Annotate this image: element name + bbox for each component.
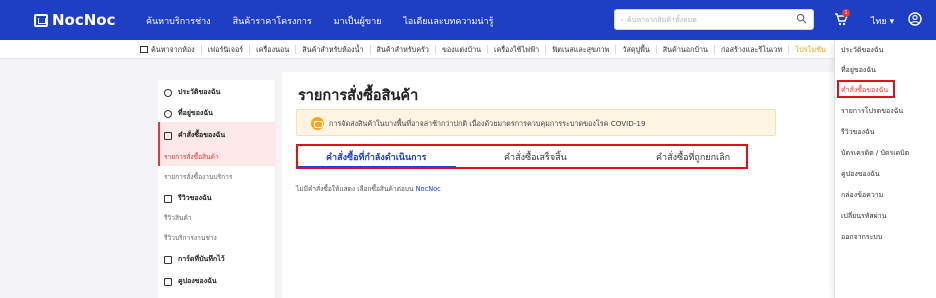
cat-furniture[interactable]: เฟอร์นิเจอร์ xyxy=(202,45,251,54)
cat-fitness[interactable]: ฟิตเนสและสุขภาพ xyxy=(546,45,617,54)
cat-bedding[interactable]: เครื่องนอน xyxy=(250,45,297,54)
notice-text: การจัดส่งสินค้าในบางพื้นที่อาจล่าช้ากว่า… xyxy=(329,119,646,128)
nav-project-price[interactable]: สินค้าราคาโครงการ xyxy=(233,14,312,28)
menu-item-cards[interactable]: บัตรเครดิต / บัตรเดบิต xyxy=(841,148,909,159)
menu-item-coupons[interactable]: คูปองของฉัน xyxy=(841,169,880,180)
cat-shop-by-room[interactable]: ค้นหาจากห้อง xyxy=(134,45,202,54)
orders-panel: รายการสั่งซื้อสินค้า การจัดส่งสินค้าในบา… xyxy=(282,72,834,298)
user-account-icon[interactable] xyxy=(908,12,922,26)
nav-become-seller[interactable]: มาเป็นผู้ขาย xyxy=(334,14,382,28)
message-icon xyxy=(311,117,324,130)
account-sidebar: ประวัติของฉัน ที่อยู่ของฉัน คำสั่งซื้อขอ… xyxy=(158,80,276,298)
empty-text: ไม่มีคำสั่งซื้อให้แสดง เลือกซื้อสินค้าต่… xyxy=(296,185,414,193)
account-dropdown-menu: ประวัติของฉัน ที่อยู่ของฉัน คำสั่งซื้อขอ… xyxy=(834,40,936,298)
menu-item-logout[interactable]: ออกจากระบบ xyxy=(841,232,882,243)
delivery-notice: การจัดส่งสินค้าในบางพื้นที่อาจล่าช้ากว่า… xyxy=(296,109,776,136)
card-icon xyxy=(164,255,172,264)
sidebar-item-address[interactable]: ที่อยู่ของฉัน xyxy=(164,108,213,119)
top-nav-links: ค้นหาบริการช่าง สินค้าราคาโครงการ มาเป็น… xyxy=(146,14,515,28)
sidebar-item-coupons[interactable]: คูปองของฉัน xyxy=(164,276,217,287)
search-placeholder: ค้นหาจากสินค้าทั้งหมด xyxy=(627,16,697,24)
cart-count-badge: 1 xyxy=(842,9,850,17)
review-icon xyxy=(164,194,172,203)
category-bar: ค้นหาจากห้อง เฟอร์นิเจอร์ เครื่องนอน สิน… xyxy=(0,40,936,59)
nav-find-service[interactable]: ค้นหาบริการช่าง xyxy=(146,14,211,28)
orders-highlight-box xyxy=(837,80,895,98)
menu-item-address[interactable]: ที่อยู่ของฉัน xyxy=(841,65,876,76)
menu-item-change-password[interactable]: เปลี่ยนรหัสผ่าน xyxy=(841,211,886,222)
page-title: รายการสั่งซื้อสินค้า xyxy=(298,88,419,104)
cat-appliances[interactable]: เครื่องใช้ไฟฟ้า xyxy=(488,45,547,54)
chevron-down-icon[interactable]: ⌄ xyxy=(619,15,625,23)
cat-kitchen[interactable]: สินค้าสำหรับครัว xyxy=(371,45,436,54)
shop-nocnoc-link[interactable]: NocNoc xyxy=(416,185,441,193)
menu-item-reviews[interactable]: รีวิวของฉัน xyxy=(841,127,875,138)
sidebar-item-product-orders[interactable]: รายการสั่งซื้อสินค้า xyxy=(164,151,219,162)
location-pin-icon xyxy=(164,109,172,118)
language-selector[interactable]: ไทย ▾ xyxy=(871,14,894,28)
cat-promotion[interactable]: โปรโมชั่น xyxy=(789,45,832,54)
top-navbar: NocNoc ค้นหาบริการช่าง สินค้าราคาโครงการ… xyxy=(0,0,936,40)
sidebar-item-product-reviews[interactable]: รีวิวสินค้า xyxy=(164,212,192,223)
coupon-icon xyxy=(164,277,172,286)
cat-outdoor[interactable]: สินค้านอกบ้าน xyxy=(657,45,715,54)
nocnoc-logo[interactable]: NocNoc xyxy=(34,10,116,30)
sidebar-item-reviews[interactable]: รีวิวของฉัน xyxy=(164,193,212,204)
cat-construction[interactable]: ก่อสร้างและรีโนเวท xyxy=(715,45,790,54)
room-icon xyxy=(140,46,148,53)
menu-item-profile[interactable]: ประวัติของฉัน xyxy=(841,45,883,56)
menu-item-favorites[interactable]: รายการโปรดของฉัน xyxy=(841,106,903,117)
sidebar-item-orders[interactable]: คำสั่งซื้อของฉัน xyxy=(164,130,225,141)
clipboard-icon xyxy=(164,131,172,140)
house-logo-icon xyxy=(34,13,48,27)
menu-item-inbox[interactable]: กล่องข้อความ xyxy=(841,190,883,201)
cat-decor[interactable]: ของแต่งบ้าน xyxy=(436,45,489,54)
cat-bathroom[interactable]: สินค้าสำหรับห้องน้ำ xyxy=(296,45,371,54)
search-icon[interactable] xyxy=(796,13,807,24)
search-box[interactable]: ⌄ ค้นหาจากสินค้าทั้งหมด xyxy=(614,9,814,30)
sidebar-item-service-reviews[interactable]: รีวิวบริการงานช่าง xyxy=(164,232,217,243)
profile-icon xyxy=(164,88,172,97)
logo-text: NocNoc xyxy=(52,11,116,29)
nav-ideas-articles[interactable]: ไอเดียและบทความน่ารู้ xyxy=(403,14,493,28)
sidebar-item-service-orders[interactable]: รายการสั่งซื้องานบริการ xyxy=(164,171,232,182)
tabs-highlight-box xyxy=(296,144,748,169)
sidebar-item-profile[interactable]: ประวัติของฉัน xyxy=(164,87,220,98)
cat-flooring[interactable]: วัสดุปูพื้น xyxy=(616,45,657,54)
empty-orders-message: ไม่มีคำสั่งซื้อให้แสดง เลือกซื้อสินค้าต่… xyxy=(296,183,441,194)
sidebar-item-saved-cards[interactable]: การ์ดที่บันทึกไว้ xyxy=(164,254,225,265)
